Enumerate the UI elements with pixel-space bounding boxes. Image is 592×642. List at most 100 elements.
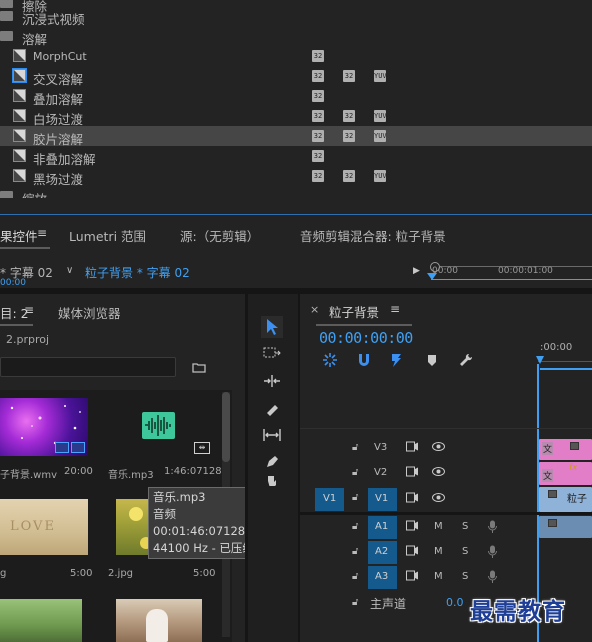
project-file-name: 2.prproj [6,333,50,346]
mute-button[interactable]: M [434,571,443,582]
effects-category-zoom[interactable]: 缩放 [0,186,592,198]
razor-tool-icon[interactable] [261,397,283,419]
clip-v1[interactable]: 粒子 [539,487,592,512]
microphone-icon[interactable] [488,570,497,586]
solo-button[interactable]: S [462,521,468,532]
play-triangle-icon[interactable]: ▶ [413,266,420,276]
nest-icon[interactable] [322,352,338,368]
sequence-tab-title[interactable]: 粒子背景 [329,302,379,321]
tab-effect-controls[interactable]: 果控件 [0,226,38,245]
ruler-time-label: :00:00 [540,342,573,353]
playhead-icon[interactable] [536,356,544,364]
clip-v2[interactable]: 文 fx [539,462,592,485]
source-patch-v1[interactable]: V1 [315,488,344,511]
snap-magnet-icon[interactable] [356,352,372,368]
tab-lumetri-scopes[interactable]: Lumetri 范围 [69,226,146,245]
sync-lock-icon[interactable] [406,492,418,506]
fx-badge-icon: fx [569,463,578,473]
add-marker-icon[interactable] [426,354,438,368]
linked-selection-icon[interactable] [390,352,406,368]
project-item-thumbnail[interactable] [0,599,82,642]
master-track-label: 主声道 [370,597,407,611]
32bit-color-icon: 32 [343,170,355,182]
track-v1: V1 🔓︎ V1 粒子 [300,487,592,512]
microphone-icon[interactable] [488,545,497,561]
tab-audio-clip-mixer[interactable]: 音频剪辑混合器: 粒子背景 [300,226,446,245]
track-target-a1[interactable]: A1 [368,516,397,539]
sync-lock-icon[interactable] [406,441,418,455]
project-item-thumbnail[interactable]: ⇹ [116,398,212,456]
solo-button[interactable]: S [462,571,468,582]
lock-icon[interactable]: 🔓︎ [352,467,358,478]
sync-lock-icon[interactable] [406,520,418,534]
lock-icon[interactable]: 🔓︎ [352,597,358,608]
effects-category-dissolve[interactable]: 溶解 [0,26,592,47]
project-item-thumbnail[interactable]: LOVE [0,499,88,555]
panel-menu-icon[interactable]: ≡ [390,302,400,316]
selection-tool-icon[interactable] [261,316,283,338]
new-bin-icon[interactable] [190,360,208,374]
tab-source[interactable]: 源:（无剪辑） [180,226,259,245]
search-input[interactable] [0,357,176,377]
clip-a1[interactable] [539,516,592,538]
mute-button[interactable]: M [434,546,443,557]
eye-icon[interactable] [432,442,445,454]
scrollbar-thumb[interactable] [222,392,230,462]
track-target-v1[interactable]: V1 [368,488,397,511]
effect-controls-ruler[interactable]: 00:00 00:00:01:00 [420,262,592,284]
track-label[interactable]: V2 [374,467,387,478]
accelerated-effect-icon: 32 [312,170,324,182]
ripple-edit-tool-icon[interactable] [261,370,283,392]
close-icon[interactable]: × [310,303,319,316]
transition-icon [13,89,26,102]
track-target-a2[interactable]: A2 [368,541,397,564]
sync-lock-icon[interactable] [406,545,418,559]
master-volume-value[interactable]: 0.0 [446,596,464,609]
wrench-settings-icon[interactable] [458,352,474,368]
lock-icon[interactable]: 🔓︎ [352,521,358,532]
effect-item-dip-to-black[interactable]: 黑场过渡 32 32 YUV [0,166,592,187]
lock-icon[interactable]: 🔓︎ [352,546,358,557]
effect-controls-timecode[interactable]: 00:00 [0,278,26,288]
hand-tool-icon[interactable] [261,476,283,486]
panel-menu-icon[interactable]: ≡ [37,226,47,240]
sync-lock-icon[interactable] [406,570,418,584]
work-area-bar[interactable] [540,368,592,370]
effects-category-immersive[interactable]: 沉浸式视频 [0,6,592,27]
track-label[interactable]: V3 [374,442,387,453]
solo-button[interactable]: S [462,546,468,557]
lock-icon[interactable]: 🔓︎ [352,442,358,453]
eye-icon[interactable] [432,493,445,505]
lock-icon[interactable]: 🔓︎ [352,492,358,503]
project-item-duration: 5:00 [193,568,216,579]
tab-media-browser[interactable]: 媒体浏览器 [58,303,121,322]
panel-menu-icon[interactable]: ≡ [24,303,34,317]
microphone-icon[interactable] [488,520,497,536]
project-panel: 目: 2 ≡ 媒体浏览器 2.prproj 子背景.wmv 20:00 ⇹ 音乐… [0,294,245,642]
slip-tool-icon[interactable] [261,424,283,446]
effect-item-dip-to-white[interactable]: 白场过渡 32 32 YUV [0,106,592,127]
track-label: V1 [375,493,389,504]
effect-item-additive-dissolve[interactable]: 叠加溶解 32 [0,86,592,107]
sequence-clip-label[interactable]: 粒子背景 * 字幕 02 [85,264,190,281]
project-item-thumbnail[interactable] [116,599,202,642]
effect-item-morphcut[interactable]: MorphCut 32 [0,46,592,66]
transition-icon [13,49,26,62]
track-a3: 🔓︎ A3 M S [300,566,592,590]
effect-item-non-additive-dissolve[interactable]: 非叠加溶解 32 [0,146,592,167]
timeline-timecode[interactable]: 00:00:00:00 [319,329,413,347]
effect-item-film-dissolve[interactable]: 胶片溶解 32 32 YUV [0,126,592,147]
effects-panel: 擦除 沉浸式视频 溶解 MorphCut 32 交叉溶解 32 32 YUV 叠… [0,0,592,214]
chevron-down-icon[interactable]: ∨ [66,265,73,276]
track-select-tool-icon[interactable] [261,343,283,365]
eye-icon[interactable] [432,467,445,479]
clip-v3[interactable]: 文 [539,439,592,460]
lock-icon[interactable]: 🔓︎ [352,571,358,582]
mute-button[interactable]: M [434,521,443,532]
project-item-thumbnail[interactable] [0,398,88,456]
pen-tool-icon[interactable] [261,451,283,473]
sync-lock-icon[interactable] [406,466,418,480]
effect-item-cross-dissolve[interactable]: 交叉溶解 32 32 YUV [0,66,592,87]
time-ruler[interactable] [538,356,592,362]
track-target-a3[interactable]: A3 [368,566,397,589]
